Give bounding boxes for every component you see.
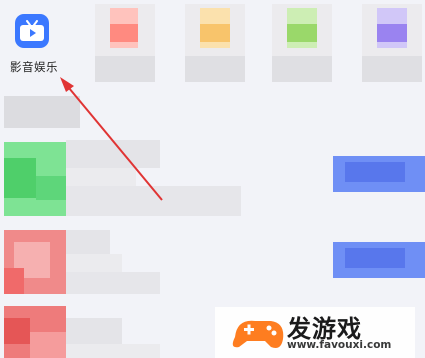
annotation-arrow [60,77,163,201]
watermark-url: www.favouxi.com [287,339,392,351]
watermark: 发游戏 www.favouxi.com [215,307,415,358]
game-controller-logo-icon [232,320,284,348]
